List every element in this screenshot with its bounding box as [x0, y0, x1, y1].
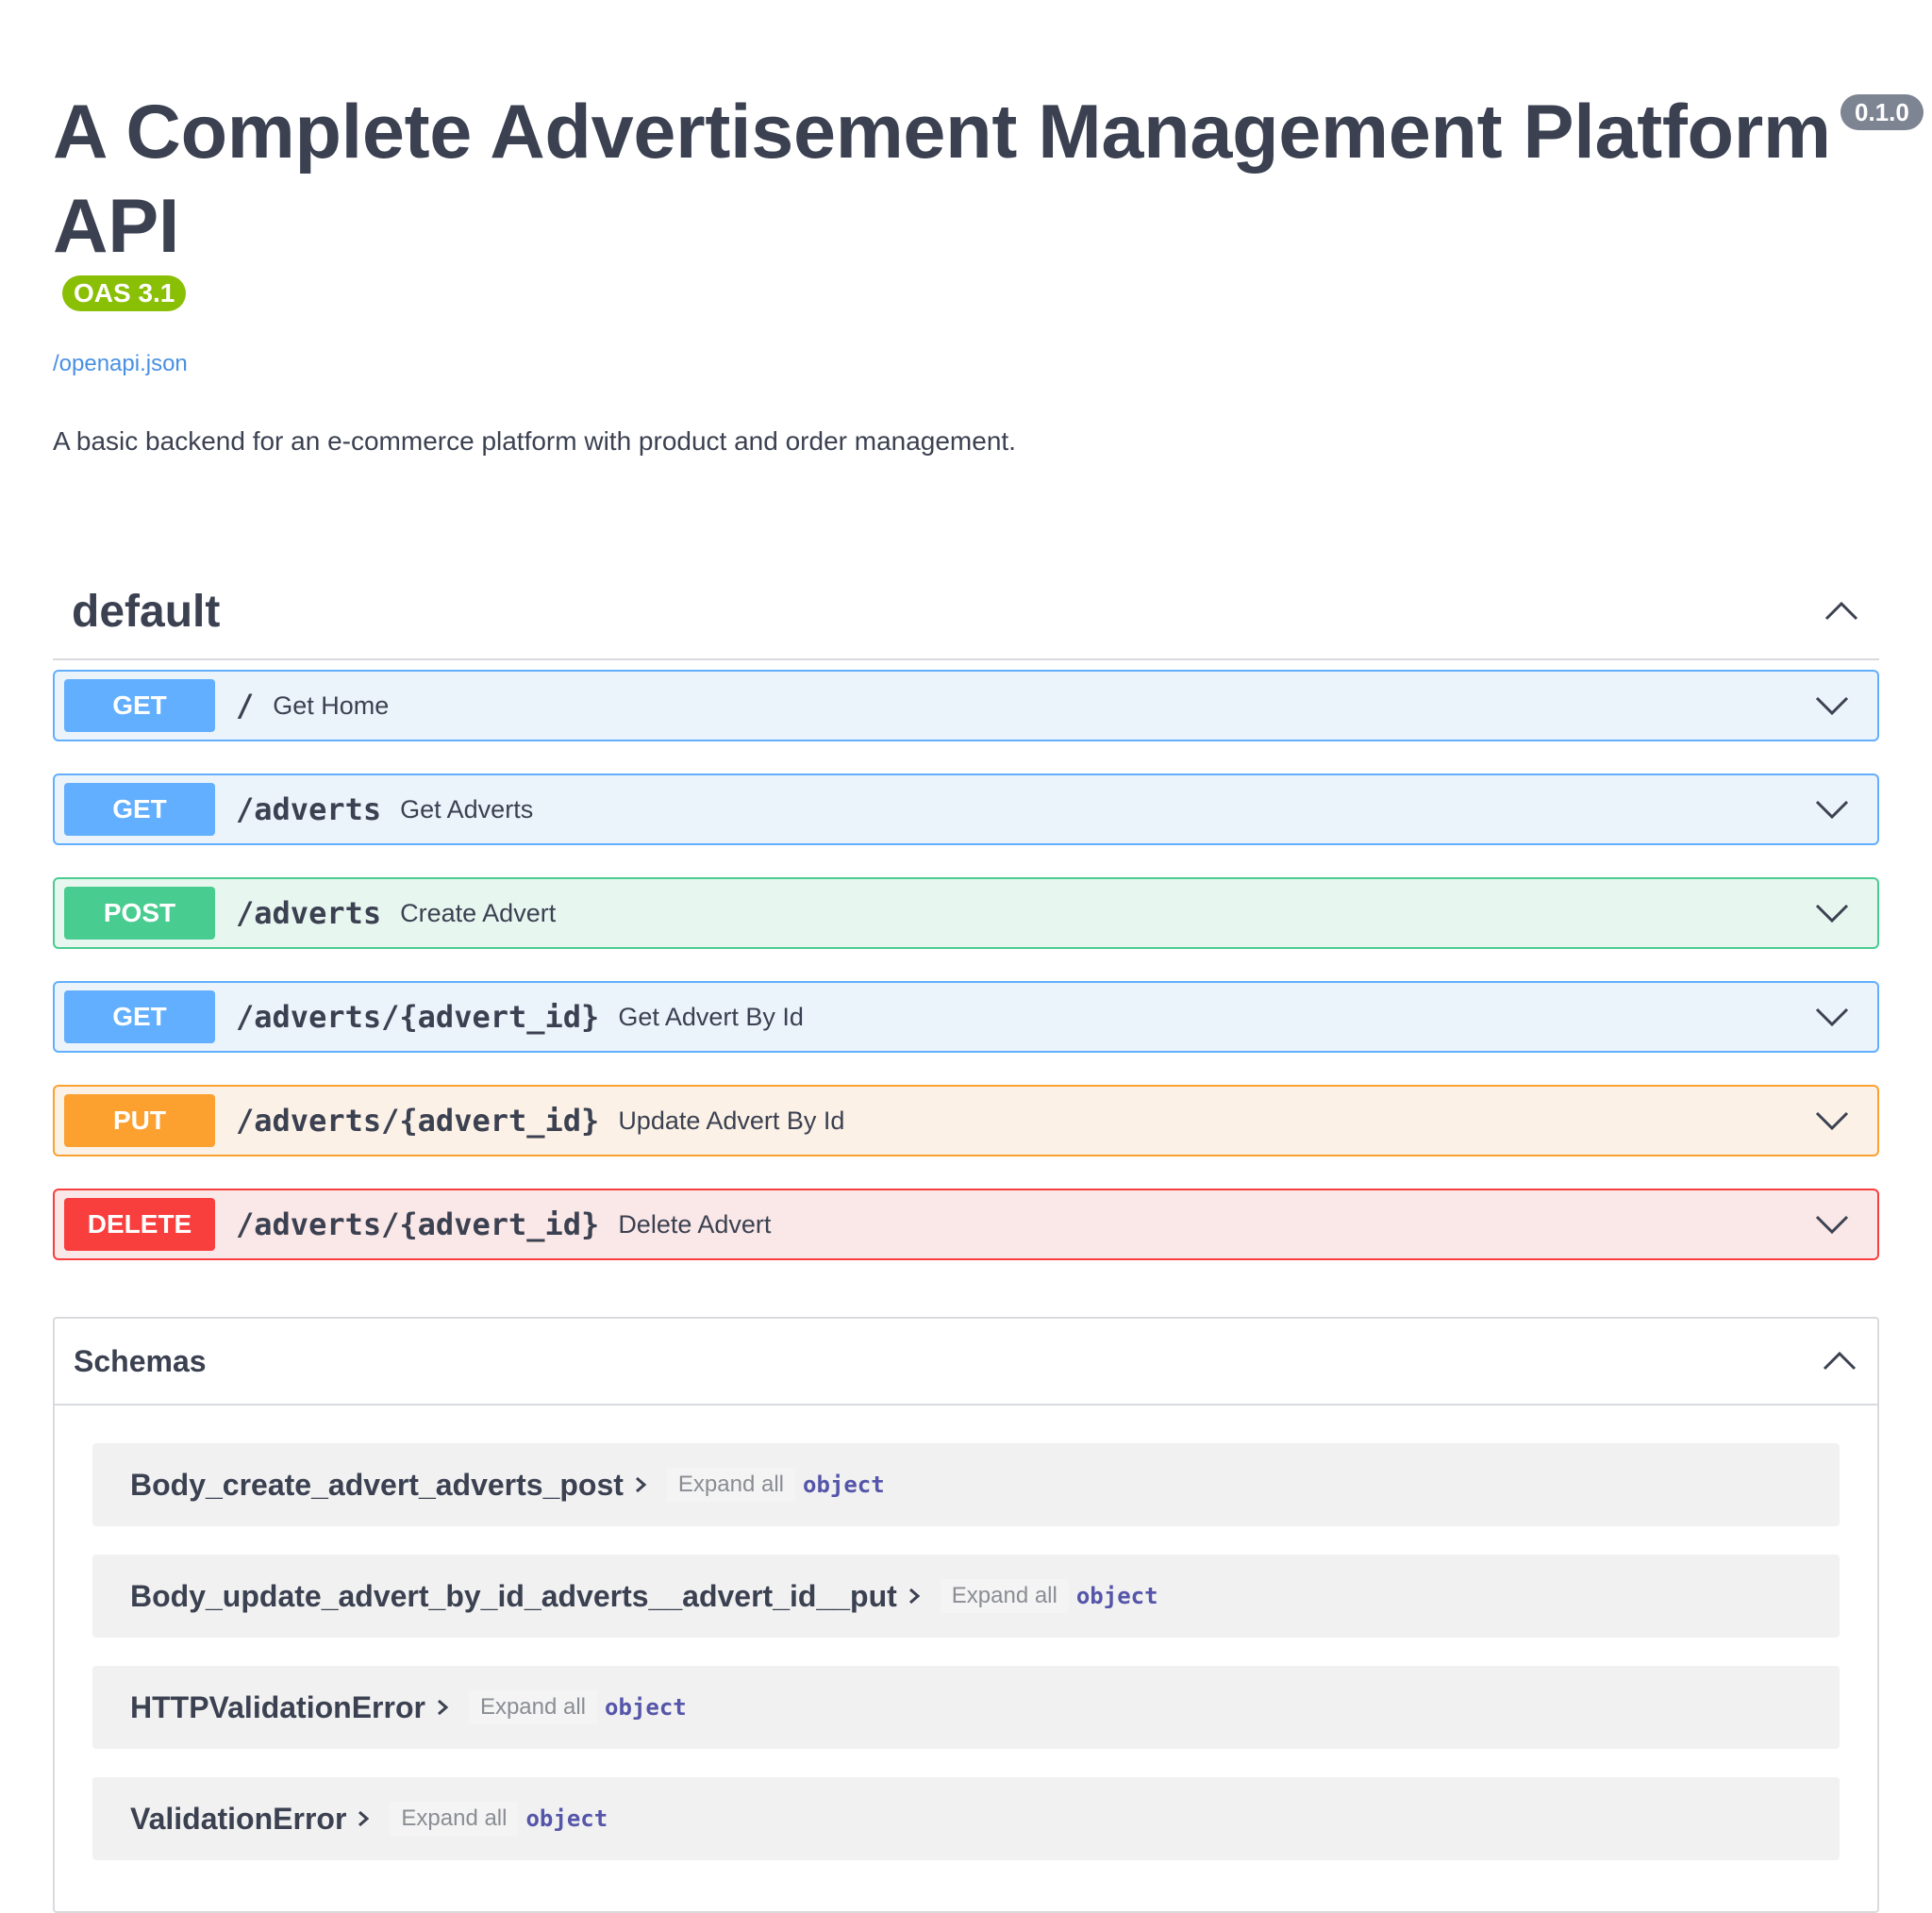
openapi-json-link[interactable]: /openapi.json	[53, 351, 1879, 377]
method-badge: GET	[64, 783, 215, 836]
operation-summary: Create Advert	[400, 898, 557, 927]
oas-badge: OAS 3.1	[62, 275, 187, 311]
model-item[interactable]: ValidationError Expand all object	[92, 1777, 1840, 1860]
operation-path: /adverts	[236, 895, 382, 931]
schemas-section: Schemas Body_create_advert_adverts_post …	[53, 1317, 1879, 1913]
method-badge: GET	[64, 679, 215, 732]
operation-path: /	[236, 688, 255, 724]
models-list: Body_create_advert_adverts_post Expand a…	[55, 1406, 1877, 1860]
chevron-down-icon	[1815, 1007, 1849, 1027]
operation-get-adverts[interactable]: GET /adverts Get Adverts	[53, 774, 1879, 845]
api-description: A basic backend for an e-commerce platfo…	[53, 426, 1016, 456]
model-type: object	[525, 1805, 608, 1832]
model-item[interactable]: Body_update_advert_by_id_adverts__advert…	[92, 1555, 1840, 1638]
method-badge: POST	[64, 887, 215, 940]
expand-operation-toggle[interactable]	[1813, 1006, 1851, 1028]
operation-put-advert-by-id[interactable]: PUT /adverts/{advert_id} Update Advert B…	[53, 1085, 1879, 1156]
model-type: object	[803, 1472, 885, 1498]
operations-list: GET / Get Home GET /adverts Get Adverts …	[53, 670, 1879, 1260]
chevron-right-icon[interactable]	[907, 1586, 922, 1606]
title-row: A Complete Advertisement Management Plat…	[53, 85, 1924, 274]
model-name[interactable]: HTTPValidationError	[130, 1690, 425, 1725]
expand-operation-toggle[interactable]	[1813, 694, 1851, 717]
method-badge: DELETE	[64, 1198, 215, 1251]
operation-summary: Get Home	[273, 690, 390, 720]
expand-operation-toggle[interactable]	[1813, 902, 1851, 924]
expand-operation-toggle[interactable]	[1813, 1213, 1851, 1236]
operation-delete-advert[interactable]: DELETE /adverts/{advert_id} Delete Adver…	[53, 1189, 1879, 1260]
chevron-up-icon[interactable]	[1821, 1350, 1858, 1372]
expand-all-button[interactable]: Expand all	[666, 1468, 795, 1502]
operation-path: /adverts/{advert_id}	[236, 1103, 600, 1139]
chevron-down-icon	[1815, 1111, 1849, 1131]
method-badge: GET	[64, 990, 215, 1043]
model-type: object	[605, 1694, 687, 1721]
operation-get-advert-by-id[interactable]: GET /adverts/{advert_id} Get Advert By I…	[53, 981, 1879, 1053]
chevron-down-icon	[1815, 696, 1849, 716]
operation-summary: Get Adverts	[400, 794, 534, 823]
expand-all-button[interactable]: Expand all	[468, 1690, 598, 1724]
page-title: A Complete Advertisement Management Plat…	[53, 90, 1831, 269]
chevron-right-icon[interactable]	[633, 1474, 648, 1495]
model-type: object	[1075, 1583, 1158, 1609]
chevron-down-icon	[1815, 800, 1849, 820]
expand-all-button[interactable]: Expand all	[940, 1579, 1069, 1613]
expand-operation-toggle[interactable]	[1813, 798, 1851, 821]
chevron-right-icon[interactable]	[435, 1697, 450, 1718]
model-item[interactable]: Body_create_advert_adverts_post Expand a…	[92, 1443, 1840, 1526]
tag-name: default	[72, 586, 221, 637]
chevron-right-icon[interactable]	[356, 1808, 371, 1829]
operation-path: /adverts	[236, 791, 382, 827]
swagger-ui: A Complete Advertisement Management Plat…	[0, 0, 1932, 1913]
operation-summary: Update Advert By Id	[618, 1106, 845, 1135]
model-name[interactable]: Body_update_advert_by_id_adverts__advert…	[130, 1579, 897, 1614]
operation-path: /adverts/{advert_id}	[236, 999, 600, 1035]
api-info: A Complete Advertisement Management Plat…	[53, 0, 1924, 457]
chevron-up-icon[interactable]	[1823, 600, 1860, 623]
chevron-down-icon	[1815, 1215, 1849, 1235]
operation-summary: Get Advert By Id	[618, 1002, 804, 1031]
method-badge: PUT	[64, 1094, 215, 1147]
operation-get-home[interactable]: GET / Get Home	[53, 670, 1879, 741]
operation-summary: Delete Advert	[618, 1209, 772, 1239]
model-name[interactable]: Body_create_advert_adverts_post	[130, 1468, 624, 1503]
operation-post-adverts[interactable]: POST /adverts Create Advert	[53, 877, 1879, 949]
tag-header-default[interactable]: default	[53, 564, 1879, 660]
version-badge: 0.1.0	[1840, 94, 1924, 130]
schemas-title: Schemas	[74, 1343, 207, 1378]
operation-path: /adverts/{advert_id}	[236, 1206, 600, 1242]
chevron-down-icon	[1815, 904, 1849, 923]
expand-operation-toggle[interactable]	[1813, 1109, 1851, 1132]
model-name[interactable]: ValidationError	[130, 1802, 346, 1837]
schemas-header[interactable]: Schemas	[55, 1319, 1877, 1406]
model-item[interactable]: HTTPValidationError Expand all object	[92, 1666, 1840, 1749]
expand-all-button[interactable]: Expand all	[390, 1802, 519, 1836]
